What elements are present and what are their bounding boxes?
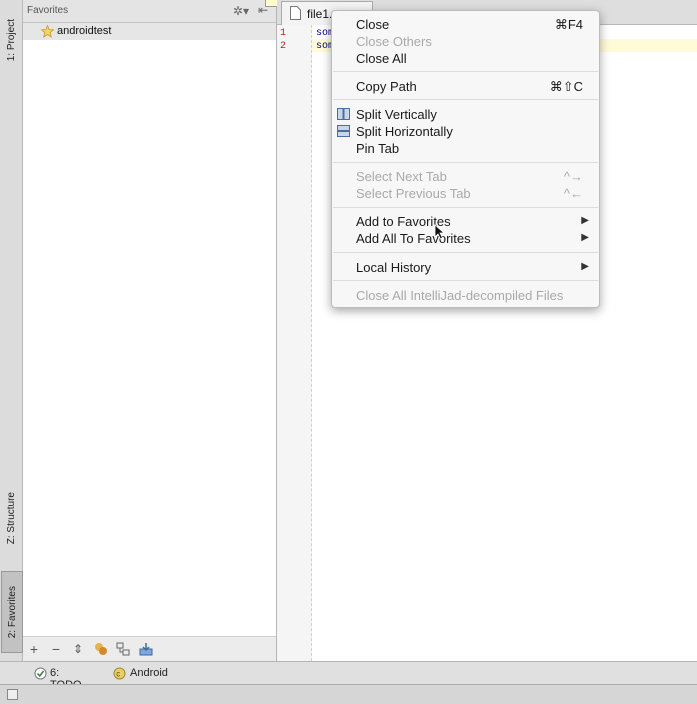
menu-item-close-others: Close Others (356, 34, 432, 49)
menu-separator (333, 252, 598, 253)
submenu-arrow-icon: ▶ (581, 232, 589, 243)
menu-item-split-horizontally[interactable]: Split Horizontally (332, 123, 599, 140)
menu-item-close[interactable]: Close ⌘F4 (332, 16, 599, 33)
menu-separator (333, 99, 598, 100)
menu-separator (333, 162, 598, 163)
menu-item-close-all[interactable]: Close All (332, 50, 599, 67)
android-label: Android (130, 667, 168, 679)
menu-item-add-to-favorites[interactable]: Add to Favorites ▶ (332, 213, 599, 230)
submenu-arrow-icon: ▶ (581, 215, 589, 226)
favorites-title: Favorites (27, 5, 69, 16)
plus-icon[interactable]: + (26, 641, 42, 657)
tab-favorites[interactable]: 2: Favorites (1, 571, 23, 653)
menu-item-pin-tab[interactable]: Pin Tab (332, 140, 599, 157)
favorites-panel: Favorites ✲▾ ⇤ androidtest + − ⇕ (23, 0, 277, 662)
status-toggle-icon[interactable] (7, 689, 18, 700)
menu-item-copy-path[interactable]: Copy Path ⌘⇧C (332, 78, 599, 95)
menu-item-add-all-to-favorites[interactable]: Add All To Favorites ▶ (332, 230, 599, 247)
menu-separator (333, 280, 598, 281)
tool-window-strip: 1: Project Z: Structure 2: Favorites (0, 0, 23, 661)
expand-icon[interactable]: ⇕ (70, 641, 86, 657)
export-icon[interactable] (138, 641, 154, 657)
shortcut-label: ⌘F4 (554, 17, 583, 32)
menu-item-local-history[interactable]: Local History ▶ (332, 259, 599, 276)
line-number: 1 (280, 28, 287, 39)
menu-item-close-decompiled-files: Close All IntelliJad-decompiled Files (356, 288, 564, 303)
favorites-header: Favorites ✲▾ ⇤ (23, 0, 276, 23)
menu-item-select-next-tab: Select Next Tab ^→ (356, 169, 583, 184)
bottom-tool-bar: 6: TODO c Android (0, 661, 697, 691)
shortcut-label: ^→ (563, 169, 583, 184)
collapse-icon[interactable] (115, 641, 131, 657)
favorites-toolbar: + − ⇕ (23, 636, 276, 662)
list-item[interactable]: androidtest (23, 23, 276, 40)
split-vertical-icon (337, 108, 350, 120)
submenu-arrow-icon: ▶ (581, 261, 589, 272)
line-number: 2 (280, 41, 287, 52)
tab-structure-label: Z: Structure (5, 491, 17, 545)
android-icon: c (113, 667, 126, 680)
mouse-cursor-icon (434, 224, 445, 240)
menu-separator (333, 207, 598, 208)
tab-project-label: 1: Project (5, 18, 17, 62)
menu-separator (333, 71, 598, 72)
tab-file-label: file1. (307, 7, 333, 21)
tab-context-menu: Close ⌘F4 Close Others Close All Copy Pa… (331, 10, 600, 308)
minus-icon[interactable]: − (48, 641, 64, 657)
gear-icon[interactable]: ✲▾ (233, 4, 249, 18)
menu-item-select-previous-tab: Select Previous Tab ^← (356, 186, 583, 201)
split-horizontal-icon (337, 125, 350, 137)
tab-structure[interactable]: Z: Structure (1, 478, 21, 558)
tab-favorites-label: 2: Favorites (6, 585, 18, 639)
shortcut-label: ⌘⇧C (549, 79, 583, 94)
todo-icon (34, 667, 47, 680)
tab-project[interactable]: 1: Project (1, 4, 21, 76)
menu-item-split-vertically[interactable]: Split Vertically (332, 106, 599, 123)
group-icon[interactable] (93, 641, 109, 657)
shortcut-label: ^← (563, 186, 583, 201)
star-icon (41, 25, 54, 38)
editor-gutter: 1 2 (277, 25, 312, 661)
svg-text:c: c (116, 670, 120, 679)
status-bar (0, 684, 697, 704)
file-icon (290, 6, 301, 20)
favorite-label: androidtest (57, 25, 112, 37)
